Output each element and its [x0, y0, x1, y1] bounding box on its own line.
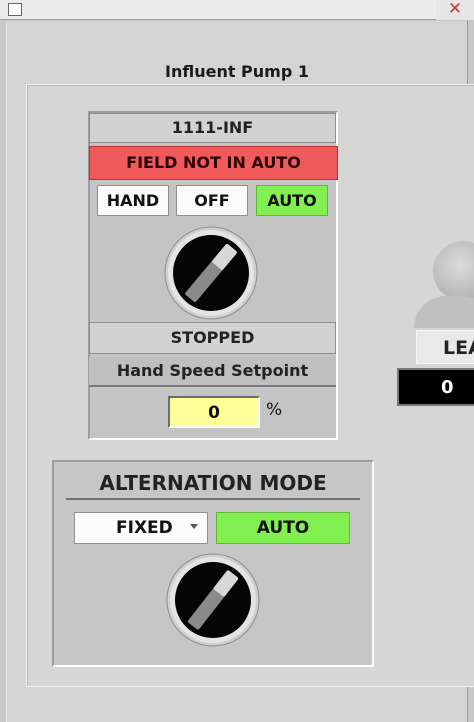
alarm-banner: FIELD NOT IN AUTO: [89, 146, 338, 180]
window-icon: [8, 3, 22, 16]
page-title: Influent Pump 1: [165, 62, 309, 81]
pump-status-label: STOPPED: [89, 322, 336, 354]
setpoint-label: Hand Speed Setpoint: [89, 357, 336, 387]
pump-tag-label: 1111-INF: [89, 113, 336, 143]
title-bar: [0, 0, 474, 20]
alternation-mode-title: ALTERNATION MODE: [66, 468, 360, 500]
alternation-status-indicator: AUTO: [216, 512, 350, 544]
pump-mode-selector-knob[interactable]: [164, 226, 258, 320]
alternation-mode-select[interactable]: FIXED: [74, 512, 208, 544]
off-mode-button[interactable]: OFF: [176, 185, 248, 216]
lead-label: LEA: [416, 330, 474, 364]
lead-value-display: 0: [397, 368, 474, 406]
close-icon[interactable]: ✕: [436, 0, 474, 20]
auto-mode-button[interactable]: AUTO: [256, 185, 328, 216]
setpoint-unit: %: [266, 400, 283, 420]
chevron-down-icon[interactable]: [190, 524, 198, 529]
speed-setpoint-input[interactable]: 0: [168, 396, 260, 428]
alternation-selector-knob[interactable]: [166, 553, 260, 647]
hand-mode-button[interactable]: HAND: [97, 185, 169, 216]
